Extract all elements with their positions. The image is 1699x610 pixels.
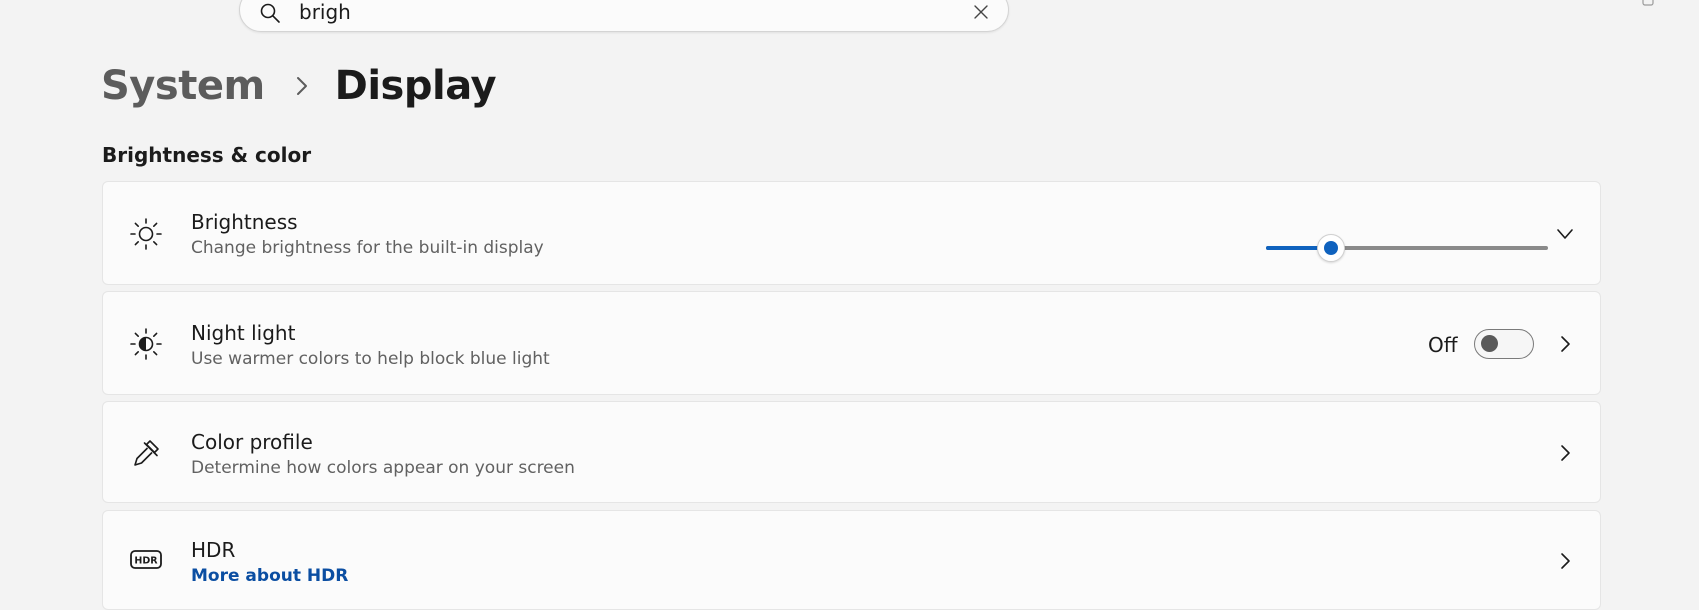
chevron-right-icon[interactable] (1554, 442, 1576, 464)
night-light-subtitle: Use warmer colors to help block blue lig… (191, 349, 550, 369)
color-profile-card[interactable]: Color profile Determine how colors appea… (102, 401, 1601, 503)
search-input[interactable]: brigh (299, 0, 351, 24)
brightness-slider[interactable] (1264, 233, 1550, 263)
color-profile-subtitle: Determine how colors appear on your scre… (191, 458, 575, 478)
chevron-right-icon[interactable] (1554, 550, 1576, 572)
page-title: Display (334, 63, 497, 109)
brightness-subtitle: Change brightness for the built-in displ… (191, 238, 544, 258)
brightness-title: Brightness (191, 210, 298, 234)
brightness-card[interactable]: Brightness Change brightness for the bui… (102, 181, 1601, 285)
color-profile-title: Color profile (191, 430, 313, 454)
breadcrumb: System Display (101, 58, 497, 114)
night-light-toggle[interactable] (1474, 329, 1534, 359)
night-light-toggle-label: Off (1428, 333, 1458, 357)
search-box[interactable]: brigh (239, 0, 1009, 32)
eyedropper-icon (134, 440, 159, 466)
hdr-title: HDR (191, 538, 236, 562)
chevron-right-icon[interactable] (1554, 333, 1576, 355)
sun-icon (130, 218, 162, 250)
close-icon[interactable] (970, 1, 992, 23)
night-light-card[interactable]: Night light Use warmer colors to help bl… (102, 291, 1601, 395)
hdr-card[interactable]: HDR HDR More about HDR (102, 510, 1601, 610)
night-light-title: Night light (191, 321, 296, 345)
toggle-knob (1481, 335, 1498, 352)
chevron-right-icon (296, 77, 307, 95)
breadcrumb-system-link[interactable]: System (101, 63, 265, 109)
svg-text:HDR: HDR (134, 556, 158, 567)
section-title: Brightness & color (102, 143, 312, 167)
hdr-learn-more-link[interactable]: More about HDR (191, 566, 348, 586)
slider-thumb[interactable] (1316, 234, 1345, 262)
hdr-icon: HDR (130, 550, 162, 569)
chevron-down-icon[interactable] (1554, 223, 1576, 245)
night-light-icon (130, 328, 162, 360)
window-edge-icon (1642, 0, 1654, 6)
search-icon (260, 3, 280, 23)
